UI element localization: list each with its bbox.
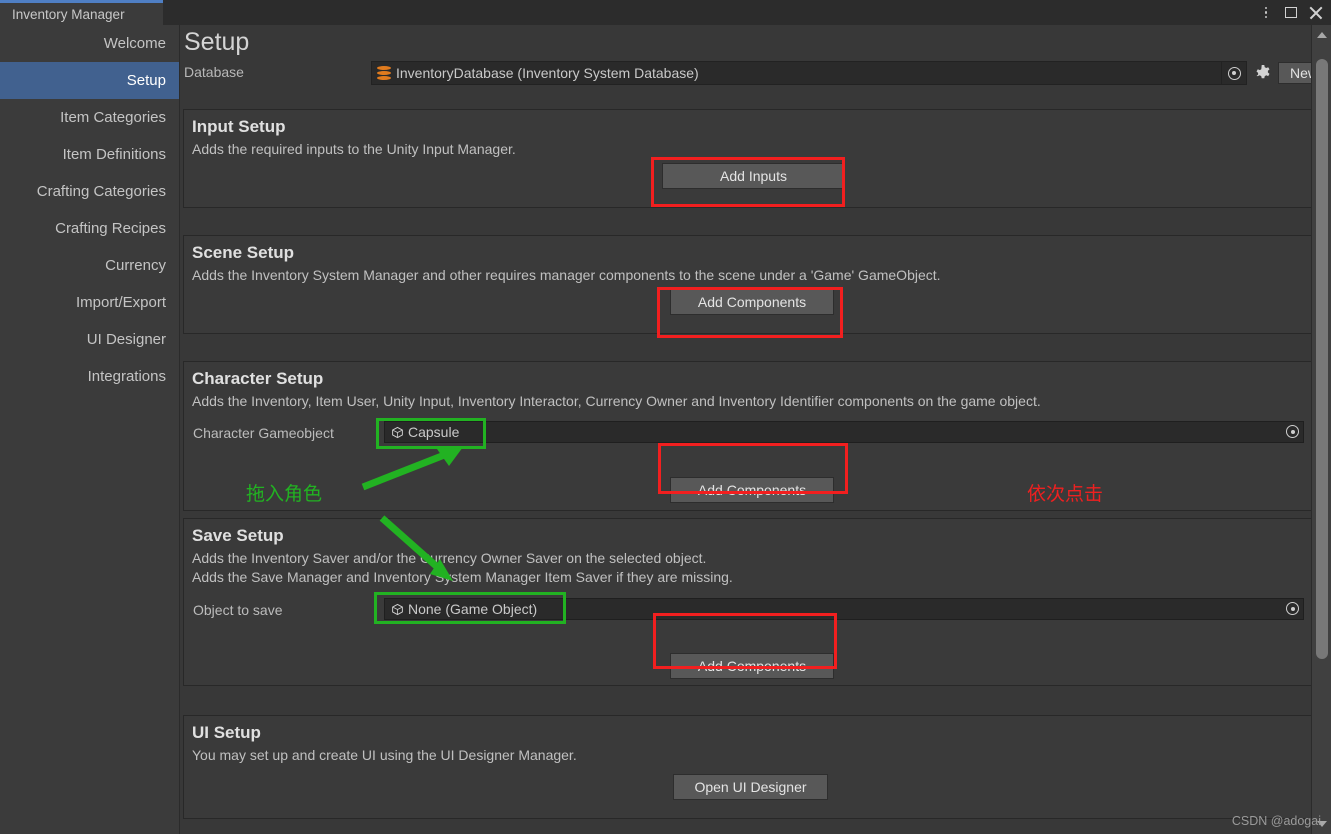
sidebar-item-label: Integrations xyxy=(87,368,166,385)
database-object-picker-icon[interactable] xyxy=(1221,61,1247,85)
sidebar: Welcome Setup Item Categories Item Defin… xyxy=(0,25,180,834)
section-scene-setup: Scene Setup Adds the Inventory System Ma… xyxy=(183,235,1314,334)
annotation-click-in-order: 依次点击 xyxy=(1027,483,1104,505)
sidebar-item-import-export[interactable]: Import/Export xyxy=(0,284,179,321)
sidebar-item-setup[interactable]: Setup xyxy=(0,62,179,99)
sidebar-item-crafting-recipes[interactable]: Crafting Recipes xyxy=(0,210,179,247)
maximize-icon[interactable] xyxy=(1280,2,1302,24)
character-gameobject-label: Character Gameobject xyxy=(193,425,334,441)
tab-label: Inventory Manager xyxy=(12,6,125,22)
section-title: Input Setup xyxy=(192,117,286,136)
sidebar-item-label: Welcome xyxy=(103,35,166,52)
prefab-cube-icon xyxy=(392,426,403,438)
sidebar-item-label: Setup xyxy=(126,72,166,89)
section-title: Save Setup xyxy=(192,526,284,545)
main-content: Setup Database InventoryDatabase (Invent… xyxy=(181,25,1330,834)
section-title: Character Setup xyxy=(192,369,324,388)
gear-icon[interactable] xyxy=(1253,63,1273,83)
section-title: UI Setup xyxy=(192,723,261,742)
character-gameobject-field[interactable]: Capsule xyxy=(384,421,1304,443)
scroll-up-arrow-icon[interactable] xyxy=(1312,27,1331,43)
section-ui-setup: UI Setup You may set up and create UI us… xyxy=(183,715,1314,819)
scrollbar-thumb[interactable] xyxy=(1316,59,1328,659)
annotation-drag-character: 拖入角色 xyxy=(246,483,323,505)
object-to-save-row: Object to save None (Game Object) xyxy=(184,598,1313,624)
sidebar-item-crafting-categories[interactable]: Crafting Categories xyxy=(0,173,179,210)
section-description: Adds the Inventory, Item User, Unity Inp… xyxy=(192,393,1041,409)
tab-inventory-manager[interactable]: Inventory Manager xyxy=(0,0,163,25)
sidebar-item-label: Currency xyxy=(105,257,166,274)
scene-add-components-button[interactable]: Add Components xyxy=(670,289,834,315)
sidebar-item-label: Item Definitions xyxy=(62,146,166,163)
sidebar-item-label: Item Categories xyxy=(60,109,166,126)
window-controls xyxy=(1255,0,1327,25)
object-to-save-value: None (Game Object) xyxy=(408,601,538,617)
character-object-picker-icon[interactable] xyxy=(1286,425,1299,438)
sidebar-item-label: Crafting Categories xyxy=(36,183,166,200)
database-value: InventoryDatabase (Inventory System Data… xyxy=(396,65,699,81)
close-icon[interactable] xyxy=(1305,2,1327,24)
sidebar-item-ui-designer[interactable]: UI Designer xyxy=(0,321,179,358)
scene-add-components-label: Add Components xyxy=(697,294,807,310)
character-gameobject-value: Capsule xyxy=(408,424,460,440)
save-add-components-button[interactable]: Add Components xyxy=(670,653,834,679)
open-ui-designer-label: Open UI Designer xyxy=(694,779,807,795)
watermark: CSDN @adogai xyxy=(1231,814,1321,828)
section-description: Adds the required inputs to the Unity In… xyxy=(192,141,516,157)
unity-inventory-manager-window: Inventory Manager Welcome Setup Item Cat… xyxy=(0,0,1331,834)
section-description-line2: Adds the Save Manager and Inventory Syst… xyxy=(192,569,733,585)
kebab-menu-icon[interactable] xyxy=(1255,2,1277,24)
sidebar-item-label: UI Designer xyxy=(86,331,166,348)
save-add-components-label: Add Components xyxy=(697,658,807,674)
section-input-setup: Input Setup Adds the required inputs to … xyxy=(183,109,1314,208)
sidebar-item-currency[interactable]: Currency xyxy=(0,247,179,284)
database-row: Database InventoryDatabase (Inventory Sy… xyxy=(181,61,1330,87)
prefab-cube-icon xyxy=(392,603,403,615)
section-title: Scene Setup xyxy=(192,243,295,262)
character-add-components-label: Add Components xyxy=(697,482,807,498)
database-field[interactable]: InventoryDatabase (Inventory System Data… xyxy=(371,61,1231,85)
section-description: Adds the Inventory System Manager and ot… xyxy=(192,267,941,283)
sidebar-item-integrations[interactable]: Integrations xyxy=(0,358,179,395)
page-title: Setup xyxy=(184,28,250,56)
section-description: You may set up and create UI using the U… xyxy=(192,747,577,763)
database-icon xyxy=(377,66,391,80)
vertical-scrollbar[interactable] xyxy=(1311,25,1331,834)
character-add-components-button[interactable]: Add Components xyxy=(670,477,834,503)
database-label: Database xyxy=(184,64,244,80)
object-to-save-label: Object to save xyxy=(193,602,283,618)
character-gameobject-row: Character Gameobject Capsule xyxy=(184,421,1313,447)
save-object-picker-icon[interactable] xyxy=(1286,602,1299,615)
add-inputs-label: Add Inputs xyxy=(720,168,787,184)
object-to-save-field[interactable]: None (Game Object) xyxy=(384,598,1304,620)
open-ui-designer-button[interactable]: Open UI Designer xyxy=(673,774,828,800)
window-tabbar: Inventory Manager xyxy=(0,0,1331,25)
sidebar-item-label: Crafting Recipes xyxy=(55,220,166,237)
section-save-setup: Save Setup Adds the Inventory Saver and/… xyxy=(183,518,1314,686)
sidebar-item-item-categories[interactable]: Item Categories xyxy=(0,99,179,136)
add-inputs-button[interactable]: Add Inputs xyxy=(662,163,845,189)
section-description-line1: Adds the Inventory Saver and/or the Curr… xyxy=(192,550,707,566)
sidebar-item-item-definitions[interactable]: Item Definitions xyxy=(0,136,179,173)
section-character-setup: Character Setup Adds the Inventory, Item… xyxy=(183,361,1314,511)
sidebar-item-welcome[interactable]: Welcome xyxy=(0,25,179,62)
sidebar-item-label: Import/Export xyxy=(75,294,166,311)
